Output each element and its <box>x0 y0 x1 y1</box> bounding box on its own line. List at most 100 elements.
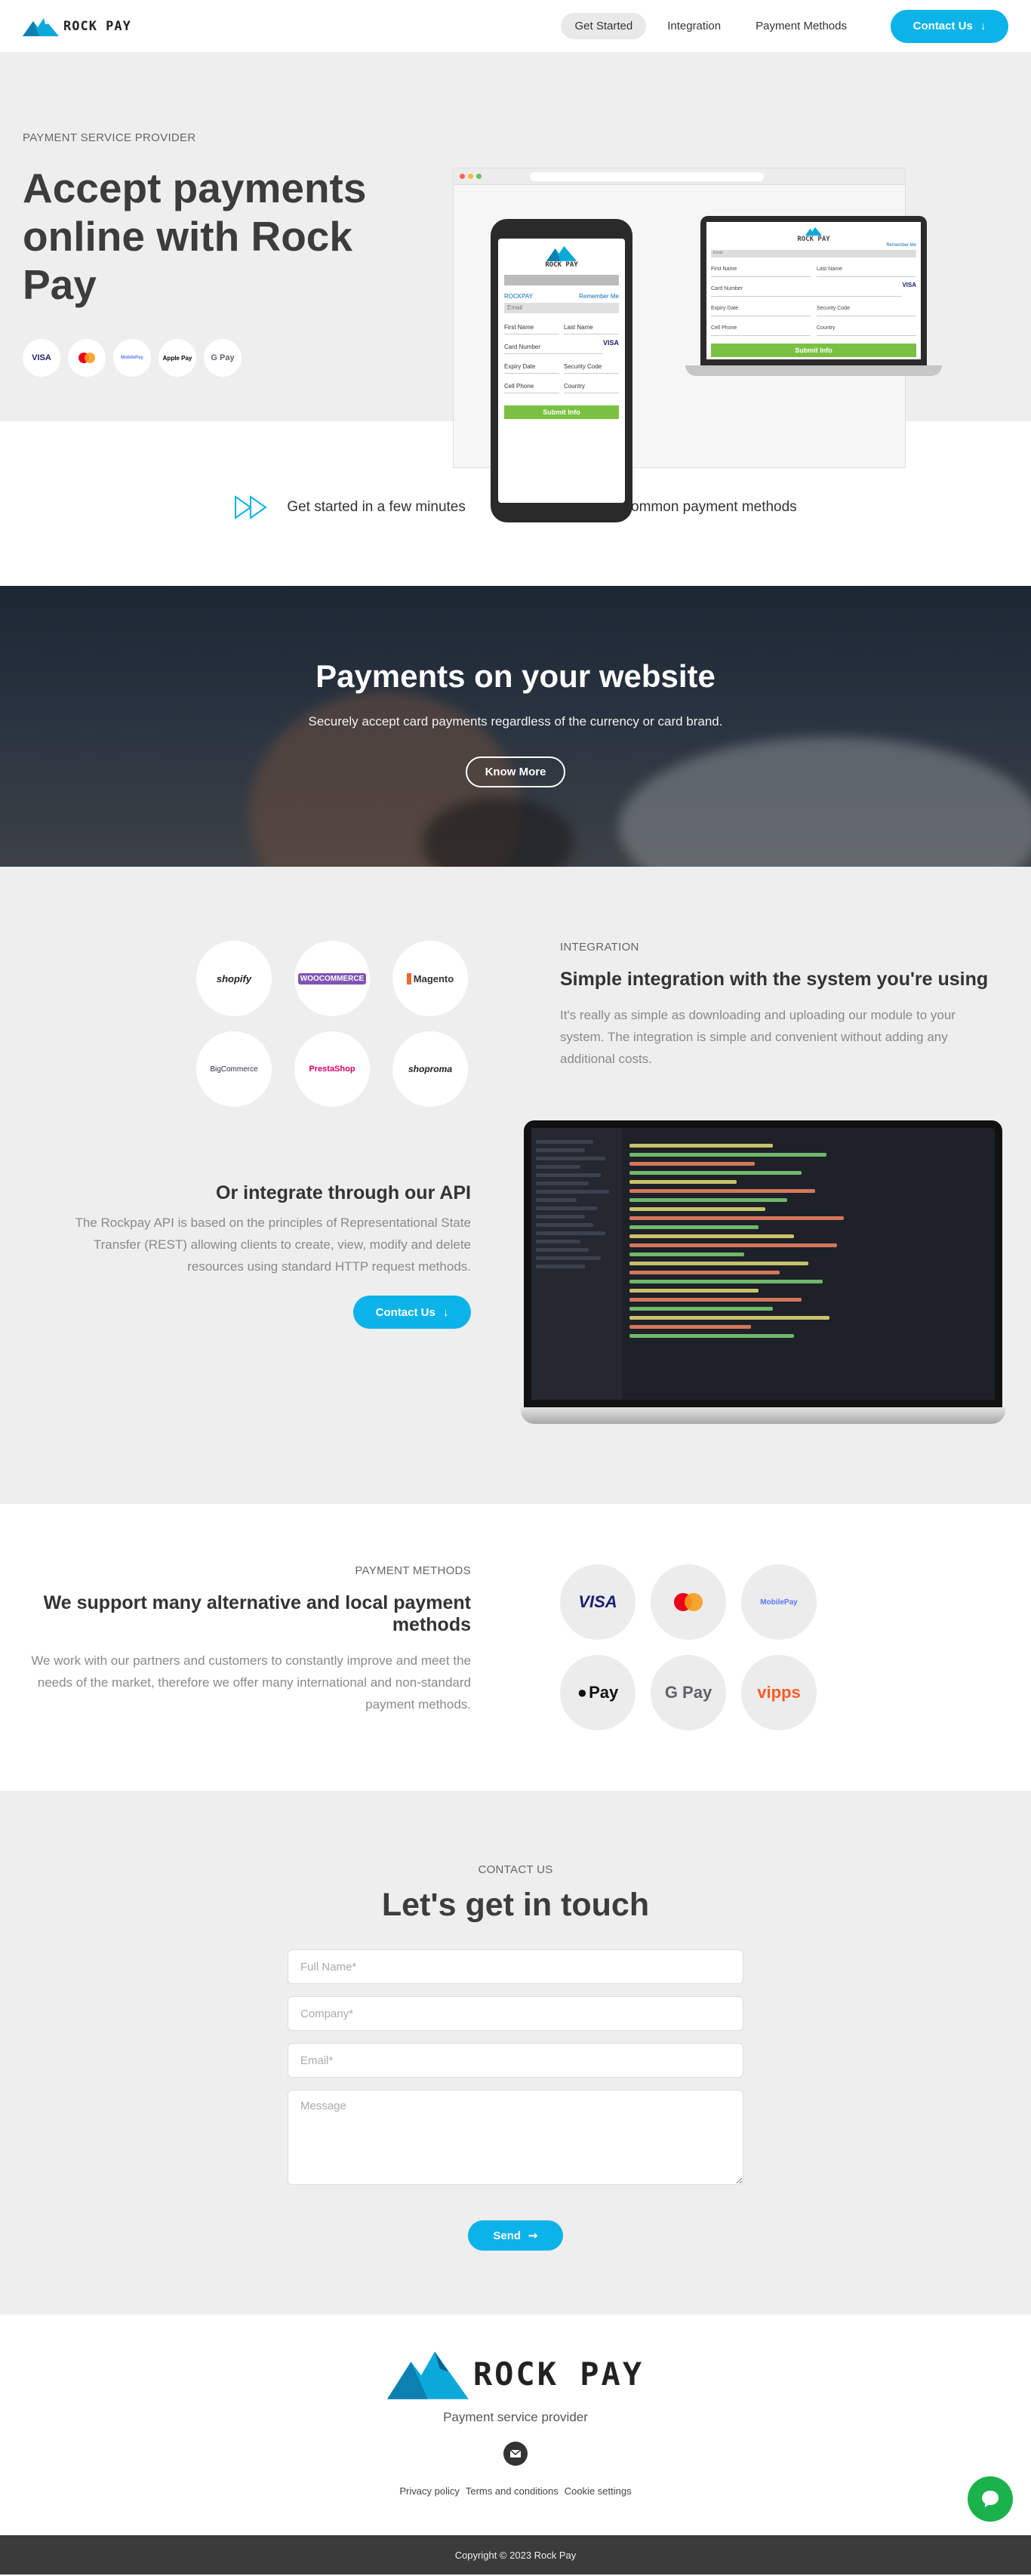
laptop-form-brand: ROCK PAY <box>797 236 830 243</box>
laptop-first-name: First Name <box>711 267 811 277</box>
footer-tagline: Payment service provider <box>443 2410 588 2424</box>
api-title: Or integrate through our API <box>216 1182 471 1203</box>
contact-us-label: Contact Us <box>913 20 973 32</box>
hero-section: PAYMENT SERVICE PROVIDER Accept payments… <box>0 53 1031 522</box>
laptop-base <box>685 365 942 376</box>
visa-icon: VISA <box>23 339 60 377</box>
chat-button[interactable] <box>968 2476 1013 2522</box>
laptop-email-field: Email <box>711 250 916 257</box>
phone-first-name: First Name <box>504 324 559 334</box>
payment-methods-text: PAYMENT METHODS We support many alternat… <box>30 1564 471 1715</box>
phone-form-brand: ROCK PAY <box>545 261 578 269</box>
logo-text: ROCK PAY <box>63 18 131 34</box>
laptop-visa-logo: VISA <box>902 282 916 288</box>
bigcommerce-logo: BigCommerce <box>196 1031 272 1107</box>
cookie-settings-link[interactable]: Cookie settings <box>565 2485 632 2497</box>
phone-email-field: Email <box>504 303 619 313</box>
platform-logos: shopify WOOCOMMERCE Magento BigCommerce … <box>196 941 468 1107</box>
send-button[interactable]: Send ➞ <box>468 2220 563 2251</box>
terms-link[interactable]: Terms and conditions <box>466 2485 559 2497</box>
banner-content: Payments on your website Securely accept… <box>0 658 1031 787</box>
phone-amount-bar <box>504 275 619 285</box>
payment-methods-section: PAYMENT METHODS We support many alternat… <box>0 1504 1031 1791</box>
laptop-remember-me: Remember Me <box>886 243 916 248</box>
mobilepay-icon: MobilePay <box>741 1564 817 1640</box>
laptop-submit: Submit Info <box>711 344 916 357</box>
prestashop-label: PrestaShop <box>309 1065 355 1074</box>
banner-subtitle: Securely accept card payments regardless… <box>308 714 723 729</box>
logo[interactable]: ROCK PAY <box>23 17 131 36</box>
footer-logo-text: ROCK PAY <box>472 2355 645 2393</box>
api-contact-button[interactable]: Contact Us ↓ <box>353 1296 471 1329</box>
google-pay-label: G Pay <box>211 353 235 362</box>
code-lines <box>622 1128 995 1400</box>
apple-icon: ● <box>577 1683 588 1702</box>
mountain-logo-icon <box>386 2351 469 2399</box>
phone-form: ROCK PAY ROCKPAY Remember Me Email First… <box>498 239 625 503</box>
laptop-card-number: Card Number <box>711 286 903 297</box>
apple-pay-method-label: Pay <box>589 1683 619 1702</box>
company-field[interactable] <box>288 1996 743 2031</box>
mountain-logo-icon <box>23 17 59 36</box>
url-bar <box>530 171 764 181</box>
apple-pay-icon: ● Pay <box>560 1655 636 1730</box>
footer-logo[interactable]: ROCK PAY <box>0 2348 1031 2399</box>
payment-methods-eyebrow: PAYMENT METHODS <box>355 1564 471 1577</box>
feature-quick-start-text: Get started in a few minutes <box>287 499 466 515</box>
nav-get-started[interactable]: Get Started <box>561 13 647 39</box>
minimize-dot-icon <box>468 174 473 179</box>
close-dot-icon <box>460 174 465 179</box>
nav-payment-methods[interactable]: Payment Methods <box>742 13 860 39</box>
shopify-label: shopify <box>216 972 252 984</box>
phone-last-name: Last Name <box>564 324 619 334</box>
mobilepay-icon: MobilePay <box>113 339 151 377</box>
site-footer: ROCK PAY Payment service provider Privac… <box>0 2315 1031 2535</box>
woocommerce-logo: WOOCOMMERCE <box>294 941 370 1016</box>
visa-label: VISA <box>32 353 51 362</box>
feature-quick-start: Get started in a few minutes <box>234 495 466 519</box>
code-editor-screen <box>524 1120 1002 1407</box>
mobilepay-method-label: MobilePay <box>760 1598 798 1607</box>
contact-us-button[interactable]: Contact Us ↓ <box>891 9 1008 43</box>
vipps-icon: vipps <box>741 1655 817 1730</box>
message-field[interactable] <box>288 2090 743 2185</box>
integration-body: It's really as simple as downloading and… <box>560 1008 956 1066</box>
know-more-button[interactable]: Know More <box>465 756 566 787</box>
phone-remember-me: Remember Me <box>579 293 619 300</box>
privacy-policy-link[interactable]: Privacy policy <box>399 2485 459 2497</box>
copyright-bar: Copyright © 2023 Rock Pay <box>0 2535 1031 2574</box>
laptop-expiry: Expiry Date <box>711 306 811 316</box>
phone-card-number: Card Number <box>504 344 603 354</box>
integration-text: INTEGRATION Simple integration with the … <box>560 941 1002 1070</box>
website-payments-banner: Payments on your website Securely accept… <box>0 586 1031 867</box>
apple-pay-label: Apple Pay <box>162 354 192 362</box>
email-field[interactable] <box>288 2043 743 2078</box>
mastercard-icon <box>651 1564 726 1640</box>
envelope-icon <box>509 2449 522 2457</box>
laptop-phone: Cell Phone <box>711 325 811 336</box>
contact-eyebrow: CONTACT US <box>478 1863 553 1876</box>
email-button[interactable] <box>503 2442 528 2466</box>
hero-text: PAYMENT SERVICE PROVIDER Accept payments… <box>23 131 415 377</box>
full-name-field[interactable] <box>288 1949 743 1984</box>
magento-label: Magento <box>406 972 454 984</box>
mobilepay-label: MobilePay <box>121 356 143 360</box>
shoproma-label: shoproma <box>408 1064 452 1074</box>
contact-title: Let's get in touch <box>381 1887 650 1923</box>
payment-method-logos: VISA MobilePay ● Pay G Pay vipps <box>560 1564 817 1730</box>
phone-security: Security Code <box>564 363 619 374</box>
laptop-country: Country <box>817 325 916 336</box>
nav-integration[interactable]: Integration <box>654 13 734 39</box>
phone-mockup: ROCK PAY ROCKPAY Remember Me Email First… <box>491 219 632 522</box>
api-text: Or integrate through our API The Rockpay… <box>38 1182 471 1329</box>
phone-form-logo: ROCK PAY <box>504 245 619 269</box>
footer-links: Privacy policy Terms and conditions Cook… <box>0 2485 1031 2497</box>
laptop-form: ROCK PAY Remember Me Email First Name La… <box>706 222 921 359</box>
laptop-screen: ROCK PAY Remember Me Email First Name La… <box>700 216 927 365</box>
code-laptop-base <box>521 1407 1005 1424</box>
payment-methods-body: We work with our partners and customers … <box>31 1653 471 1712</box>
file-tree <box>531 1128 622 1400</box>
phone-country: Country <box>564 383 619 393</box>
api-contact-label: Contact Us <box>375 1305 435 1319</box>
phone-expiry: Expiry Date <box>504 363 559 374</box>
